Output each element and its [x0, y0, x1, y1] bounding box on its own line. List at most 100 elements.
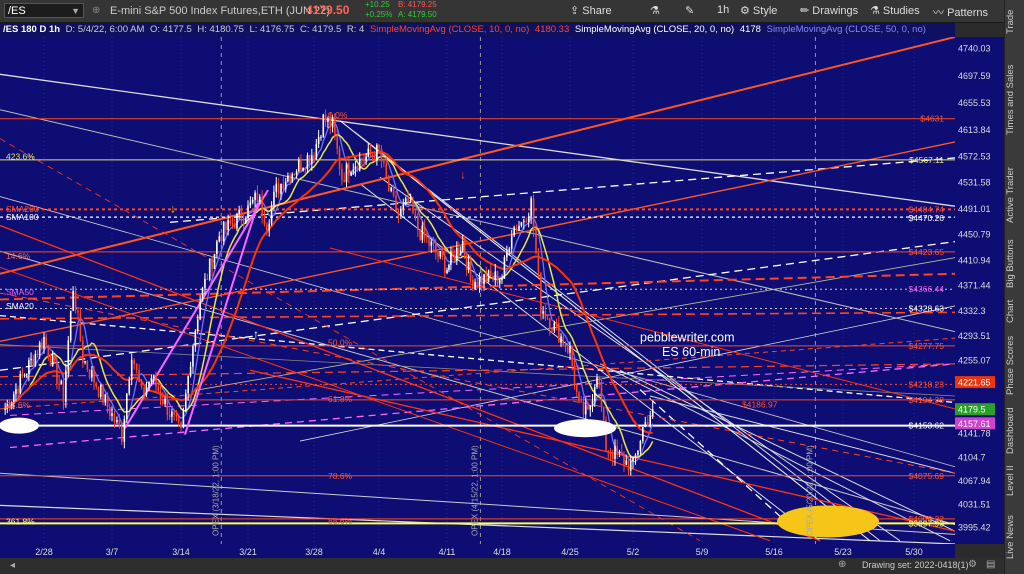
candle-body	[371, 154, 374, 157]
candle-body	[45, 336, 47, 345]
candle-body	[474, 281, 476, 289]
sma20-label[interactable]: SimpleMovingAvg (CLOSE, 20, 0, no)	[575, 24, 734, 35]
side-tab-active-trader[interactable]: Active Trader	[1005, 160, 1024, 230]
side-tab-big-buttons[interactable]: Big Buttons	[1005, 236, 1024, 291]
candle-body	[222, 221, 225, 242]
candle-body	[634, 455, 637, 458]
candle-body	[322, 114, 325, 137]
candle-body	[566, 347, 569, 353]
level-label: 423.6%	[6, 152, 35, 162]
side-tab-times-and-sales[interactable]: Times and Sales	[1005, 50, 1024, 150]
date-tick-label: 5/30	[905, 547, 923, 557]
scroll-left-icon[interactable]: ◂	[10, 560, 15, 571]
candle-body	[365, 156, 367, 161]
candle-body	[373, 156, 376, 161]
date-axis[interactable]: 2/28 3/7 3/14 3/21 3/28 4/4 4/11 4/18 4/25 5/2 5/9…	[0, 544, 955, 558]
zoom-icon[interactable]: ⊕	[838, 559, 846, 570]
candle-body	[639, 441, 642, 451]
candle-body	[480, 276, 483, 285]
candle-body	[607, 451, 610, 453]
candle-body	[249, 202, 252, 206]
candle-body	[240, 209, 243, 220]
candle-body	[361, 158, 363, 161]
side-tab-level-ii[interactable]: Level II	[1005, 462, 1024, 500]
side-tab-trade[interactable]: Trade	[1005, 4, 1024, 40]
symbol-input[interactable]: /ES ▼	[4, 3, 84, 18]
share-button[interactable]: ⇪ Share	[570, 4, 612, 17]
flask-icon[interactable]: ⚗	[650, 4, 660, 17]
arrow-marker: ↑	[253, 327, 259, 341]
side-tab-phase-scores[interactable]: Phase Scores	[1005, 330, 1024, 400]
candle-body	[315, 143, 318, 160]
studies-button[interactable]: ⚗ Studies	[870, 4, 920, 17]
price-tick-label: 4104.7	[958, 452, 986, 462]
candle-body	[21, 374, 24, 376]
fib-label: 50.0%	[328, 338, 353, 348]
candle-body	[162, 399, 164, 405]
candle-body	[503, 257, 506, 279]
price-axis[interactable]: 4740.03 4697.59 4655.53 4613.84 4572.53 4531.…	[955, 37, 1004, 544]
candle-body	[560, 336, 562, 343]
sma50-label[interactable]: SimpleMovingAvg (CLOSE, 50, 0, no)	[767, 24, 926, 35]
price-tick-label: 3995.42	[958, 523, 991, 533]
candle-body	[86, 360, 89, 370]
candle-body	[150, 377, 153, 382]
candle-body	[348, 163, 350, 176]
price-level-label: $4194.38	[909, 395, 945, 405]
sma10-label[interactable]: SimpleMovingAvg (CLOSE, 10, 0, no)	[370, 24, 529, 35]
price-level-label: $4567.11	[909, 155, 944, 165]
level-label: 161.8%	[6, 418, 35, 428]
candle-body	[551, 328, 553, 331]
candle-body	[623, 454, 625, 465]
plus-icon[interactable]: ⊕	[92, 4, 100, 18]
candle-body	[238, 209, 240, 214]
side-tab-chart[interactable]: Chart	[1005, 296, 1024, 326]
candle-body	[483, 274, 485, 285]
candle-body	[258, 196, 261, 202]
candle-body	[376, 144, 378, 161]
candle-body	[578, 391, 580, 402]
candle-body	[402, 203, 405, 209]
trendline	[379, 176, 901, 542]
candle-body	[476, 281, 479, 286]
wand-icon[interactable]: ✎	[685, 4, 694, 17]
patterns-icon: 〰	[933, 7, 948, 19]
candle-body	[625, 460, 628, 465]
candle-body	[25, 373, 28, 376]
candle-body	[53, 355, 56, 362]
trendline	[0, 240, 955, 371]
date-tick-label: 3/14	[172, 547, 190, 557]
date-tick-label: 4/18	[493, 547, 511, 557]
price-tick-label: 4531.58	[958, 178, 991, 188]
candle-body	[236, 213, 238, 229]
candle-body	[537, 253, 540, 273]
style-button[interactable]: ⚙ Style	[740, 4, 777, 17]
chevron-down-icon[interactable]: ▼	[71, 4, 80, 19]
info-range: R: 4	[346, 24, 365, 35]
candle-body	[611, 454, 614, 459]
candle-body	[591, 400, 594, 406]
candle-body	[518, 225, 520, 231]
settings-icon[interactable]: ⚙	[968, 559, 977, 570]
side-tab-live-news[interactable]: Live News	[1005, 506, 1024, 568]
interval-button[interactable]: 1h	[717, 4, 729, 16]
candle-body	[390, 187, 392, 191]
chart-plot-area[interactable]: ↓ ↓ ↑ OPEX (3/18/22, 1:00 PM) OPEX (4/15/22…	[0, 37, 955, 544]
drawings-button[interactable]: ✏ Drawings	[800, 4, 858, 17]
expand-icon[interactable]: ▤	[986, 559, 995, 570]
candle-body	[254, 192, 256, 200]
candle-body	[341, 168, 343, 180]
patterns-button[interactable]: 〰 Patterns	[933, 4, 988, 20]
candle-body	[273, 191, 275, 206]
candle-body	[587, 405, 589, 410]
trendline	[0, 37, 955, 275]
drawing-set-label[interactable]: Drawing set: 2022-0418(1)	[862, 560, 969, 570]
candle-body	[562, 336, 565, 345]
candle-body	[311, 155, 313, 164]
candle-body	[69, 310, 72, 341]
price-tick-label: 4141.78	[958, 428, 991, 438]
candle-body	[213, 253, 216, 269]
candle-body	[646, 422, 649, 426]
style-label: Style	[752, 5, 778, 17]
side-tab-dashboard[interactable]: Dashboard	[1005, 406, 1024, 456]
